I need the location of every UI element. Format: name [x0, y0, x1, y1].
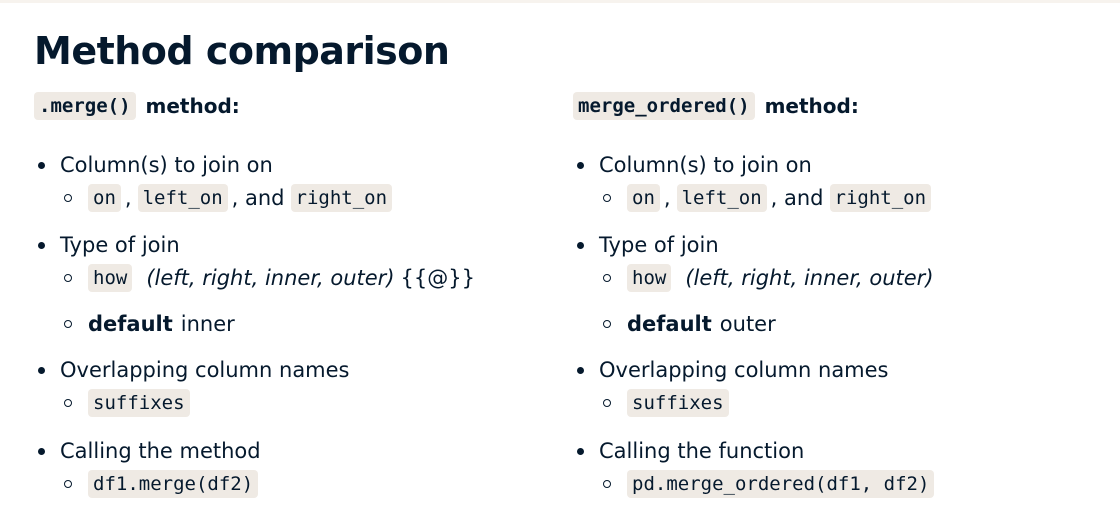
- default-label: default: [88, 312, 173, 336]
- code-right-on: right_on: [829, 184, 932, 212]
- sub-bullet: [64, 399, 88, 407]
- sub-bullet: [603, 320, 627, 328]
- code-how: how: [627, 264, 672, 292]
- bullet-dot: [573, 162, 599, 169]
- heading-text: method:: [764, 94, 859, 118]
- bullet-label: Column(s) to join on: [60, 153, 273, 177]
- separator: , and: [770, 186, 824, 210]
- bullet-dot: [573, 448, 599, 455]
- section-join-columns: Column(s) to join on on , left_on , and …: [573, 149, 1093, 215]
- heading-code: merge_ordered(): [573, 92, 755, 120]
- separator: ,: [124, 186, 132, 210]
- default-value: inner: [180, 312, 235, 336]
- section-calling: Calling the function pd.merge_ordered(df…: [573, 435, 1093, 501]
- bullet-label: Calling the function: [599, 439, 805, 463]
- left-column: .merge() method: Column(s) to join on on…: [34, 88, 554, 501]
- code-on: on: [88, 184, 121, 212]
- sub-item: pd.merge_ordered(df1, df2): [573, 467, 1093, 501]
- sub-item: default outer: [573, 307, 1093, 341]
- section-join-type: Type of join how (left, right, inner, ou…: [573, 229, 1093, 341]
- code-right-on: right_on: [290, 184, 393, 212]
- sub-item: df1.merge(df2): [34, 467, 554, 501]
- sub-item: how (left, right, inner, outer): [573, 261, 1093, 295]
- code-how: how: [88, 264, 133, 292]
- right-column: merge_ordered() method: Column(s) to joi…: [573, 88, 1093, 501]
- page-title: Method comparison: [34, 29, 450, 73]
- how-extra: {{@}}: [400, 266, 475, 290]
- sub-item: suffixes: [573, 386, 1093, 420]
- bullet-item: Calling the method: [34, 435, 554, 467]
- sub-item: default inner: [34, 307, 554, 341]
- bullet-item: Column(s) to join on: [573, 149, 1093, 181]
- bullet-item: Overlapping column names: [34, 354, 554, 386]
- sub-bullet: [603, 399, 627, 407]
- bullet-dot: [573, 367, 599, 374]
- bullet-label: Calling the method: [60, 439, 261, 463]
- bullet-dot: [34, 367, 60, 374]
- separator: ,: [663, 186, 671, 210]
- code-left-on: left_on: [137, 184, 228, 212]
- bullet-label: Overlapping column names: [60, 358, 350, 382]
- code-suffixes: suffixes: [88, 389, 190, 417]
- how-options: (left, right, inner, outer): [146, 266, 395, 290]
- bullet-dot: [573, 242, 599, 249]
- column-heading: merge_ordered() method:: [573, 88, 1093, 124]
- bullet-dot: [34, 448, 60, 455]
- top-bar: [0, 0, 1120, 3]
- sub-item: on , left_on , and right_on: [34, 181, 554, 215]
- bullet-label: Column(s) to join on: [599, 153, 812, 177]
- sub-item: suffixes: [34, 386, 554, 420]
- section-overlap: Overlapping column names suffixes: [34, 354, 554, 420]
- code-call: df1.merge(df2): [88, 470, 259, 498]
- sub-bullet: [603, 194, 627, 202]
- heading-code: .merge(): [34, 92, 136, 120]
- bullet-item: Column(s) to join on: [34, 149, 554, 181]
- how-options: (left, right, inner, outer): [685, 266, 934, 290]
- code-on: on: [627, 184, 660, 212]
- sub-item: how (left, right, inner, outer) {{@}}: [34, 261, 554, 295]
- heading-text: method:: [145, 94, 240, 118]
- code-suffixes: suffixes: [627, 389, 729, 417]
- sub-item: on , left_on , and right_on: [573, 181, 1093, 215]
- bullet-item: Overlapping column names: [573, 354, 1093, 386]
- section-calling: Calling the method df1.merge(df2): [34, 435, 554, 501]
- section-join-columns: Column(s) to join on on , left_on , and …: [34, 149, 554, 215]
- bullet-item: Calling the function: [573, 435, 1093, 467]
- bullet-item: Type of join: [573, 229, 1093, 261]
- sub-bullet: [603, 480, 627, 488]
- default-value: outer: [719, 312, 776, 336]
- bullet-dot: [34, 242, 60, 249]
- bullet-dot: [34, 162, 60, 169]
- separator: , and: [231, 186, 285, 210]
- section-overlap: Overlapping column names suffixes: [573, 354, 1093, 420]
- section-join-type: Type of join how (left, right, inner, ou…: [34, 229, 554, 341]
- bullet-label: Type of join: [599, 233, 719, 257]
- sub-bullet: [603, 274, 627, 282]
- code-left-on: left_on: [676, 184, 767, 212]
- column-heading: .merge() method:: [34, 88, 554, 124]
- code-call: pd.merge_ordered(df1, df2): [627, 470, 935, 498]
- bullet-item: Type of join: [34, 229, 554, 261]
- sub-bullet: [64, 480, 88, 488]
- default-label: default: [627, 312, 712, 336]
- bullet-label: Overlapping column names: [599, 358, 889, 382]
- sub-bullet: [64, 274, 88, 282]
- sub-bullet: [64, 194, 88, 202]
- bullet-label: Type of join: [60, 233, 180, 257]
- sub-bullet: [64, 320, 88, 328]
